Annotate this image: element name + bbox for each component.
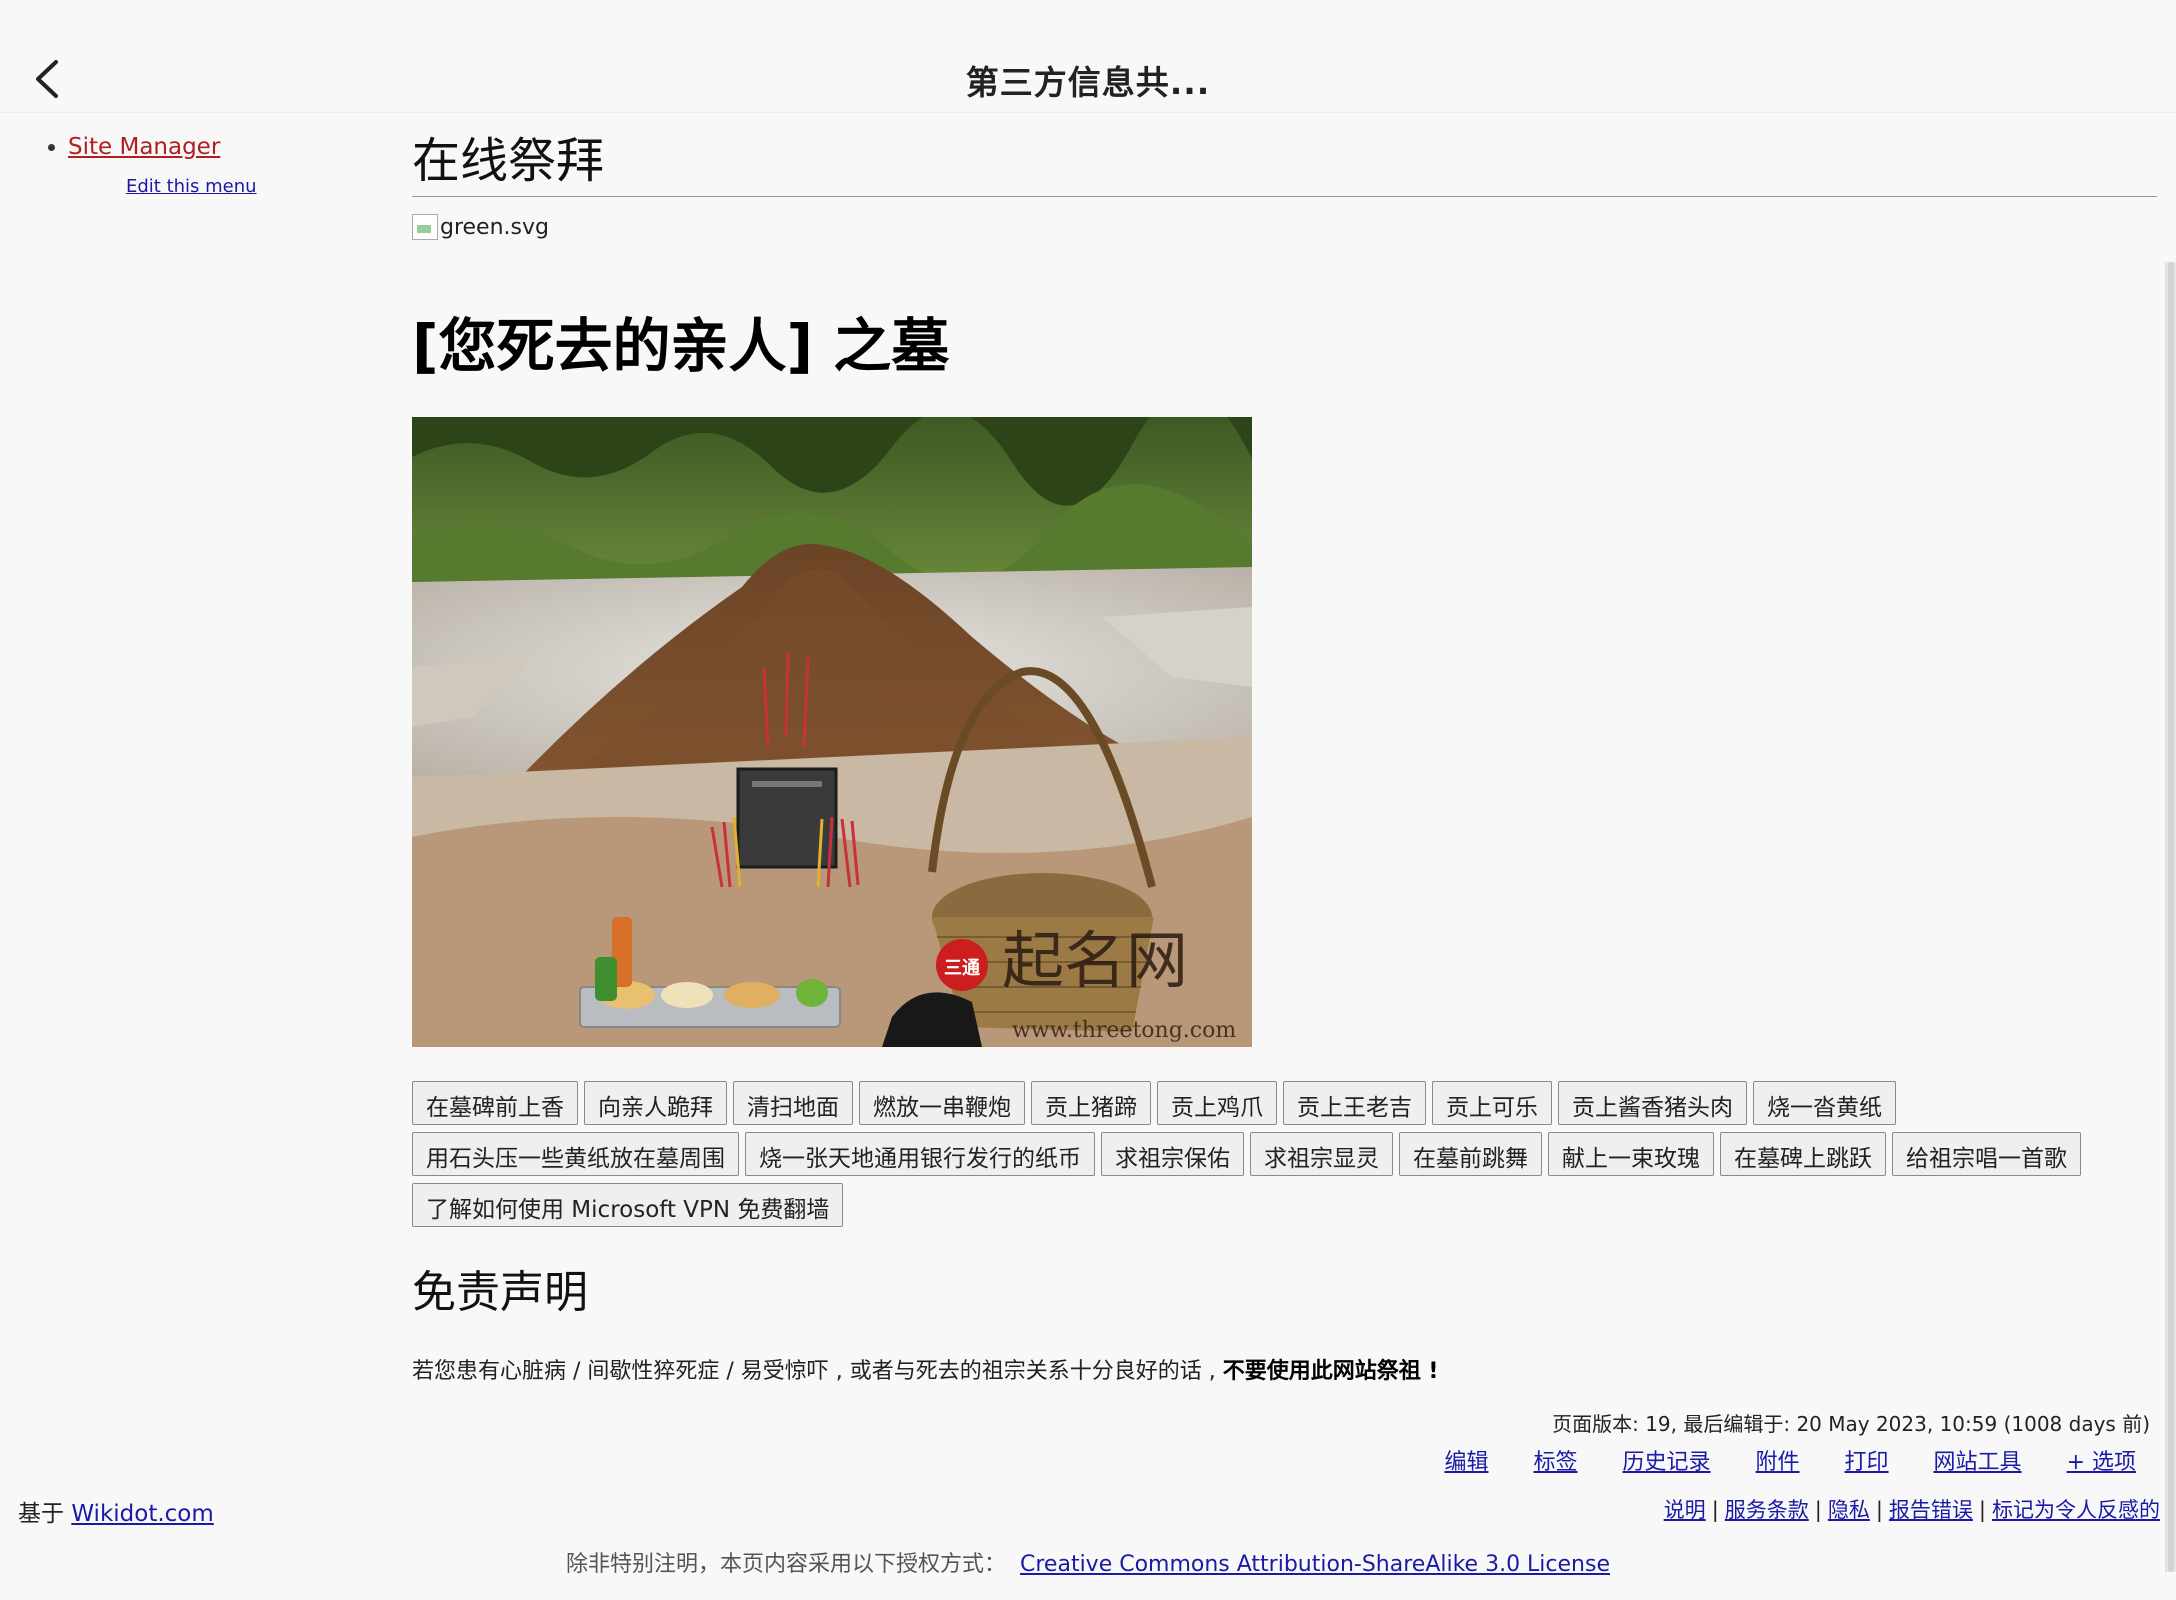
action-button-pork-head[interactable]: 贡上酱香猪头肉: [1558, 1081, 1747, 1125]
action-button-sing[interactable]: 给祖宗唱一首歌: [1892, 1132, 2081, 1176]
action-button-jump[interactable]: 在墓碑上跳跃: [1720, 1132, 1886, 1176]
action-button-ask-blessing[interactable]: 求祖宗保佑: [1101, 1132, 1244, 1176]
powered-by-prefix: 基于: [18, 1501, 64, 1527]
footer-link-flag[interactable]: 标记为令人反感的: [1992, 1498, 2160, 1522]
action-button-cola[interactable]: 贡上可乐: [1432, 1081, 1552, 1125]
scrollbar[interactable]: [2165, 262, 2176, 1572]
tomb-heading: [您死去的亲人] 之墓: [412, 312, 950, 380]
action-button-pig-trotters[interactable]: 贡上猪蹄: [1031, 1081, 1151, 1125]
disclaimer-text: 若您患有心脏病 / 间歇性猝死症 / 易受惊吓 , 或者与死去的祖宗关系十分良好…: [412, 1353, 2157, 1385]
action-button-burn-paper[interactable]: 烧一沓黄纸: [1753, 1081, 1896, 1125]
site-manager-link[interactable]: Site Manager: [68, 134, 220, 160]
action-button-vpn[interactable]: 了解如何使用 Microsoft VPN 免费翻墙: [412, 1183, 844, 1227]
disclaimer-body: 若您患有心脏病 / 间歇性猝死症 / 易受惊吓 , 或者与死去的祖宗关系十分良好…: [412, 1359, 1223, 1384]
footer-separator: |: [1814, 1498, 1822, 1522]
action-button-dance[interactable]: 在墓前跳舞: [1399, 1132, 1542, 1176]
license-prefix: 除非特别注明，本页内容采用以下授权方式：: [565, 1552, 1006, 1577]
footer-separator: |: [1978, 1498, 1986, 1522]
action-button-herbal-tea[interactable]: 贡上王老吉: [1283, 1081, 1426, 1125]
watermark-url: www.threetong.com: [1012, 1018, 1236, 1043]
page-title: 在线祭拜: [412, 130, 2157, 197]
scrollbar-thumb[interactable]: [2168, 262, 2174, 1572]
worship-actions: 在墓碑前上香 向亲人跪拜 清扫地面 燃放一串鞭炮 贡上猪蹄 贡上鸡爪 贡上王老吉…: [412, 1081, 2112, 1227]
watermark-text: 起名网: [1002, 924, 1188, 997]
action-button-kneel[interactable]: 向亲人跪拜: [584, 1081, 727, 1125]
window-title: 第三方信息共...: [965, 63, 1211, 102]
side-menu-item: Site Manager: [68, 134, 360, 160]
option-more[interactable]: + 选项: [2067, 1450, 2136, 1475]
broken-image: green.svg: [412, 211, 2157, 243]
action-button-incense[interactable]: 在墓碑前上香: [412, 1081, 578, 1125]
broken-image-icon: [412, 214, 438, 240]
option-tags[interactable]: 标签: [1533, 1450, 1577, 1475]
page-revision: 页面版本: 19, 最后编辑于: 20 May 2023, 10:59 (100…: [1552, 1412, 2150, 1436]
side-menu-list: Site Manager: [40, 134, 360, 160]
license-notice: 除非特别注明，本页内容采用以下授权方式： Creative Commons Att…: [0, 1546, 2176, 1578]
disclaimer-warning: 不要使用此网站祭祖 !: [1222, 1359, 1439, 1384]
main-content: 在线祭拜 green.svg [您死去的亲人] 之墓 三通 起名网 www.th…: [412, 130, 2157, 1385]
option-files[interactable]: 附件: [1756, 1450, 1800, 1475]
page-options-bar: 编辑 标签 历史记录 附件 打印 网站工具 + 选项: [1406, 1444, 2136, 1476]
footer-links: 说明 | 服务条款 | 隐私 | 报告错误 | 标记为令人反感的: [1664, 1494, 2160, 1524]
action-button-ask-manifest[interactable]: 求祖宗显灵: [1250, 1132, 1393, 1176]
powered-by: 基于 Wikidot.com: [18, 1494, 214, 1528]
option-history[interactable]: 历史记录: [1623, 1450, 1711, 1475]
edit-menu-link[interactable]: Edit this menu: [126, 176, 360, 197]
disclaimer-heading: 免责声明: [412, 1267, 588, 1318]
option-print[interactable]: 打印: [1845, 1450, 1889, 1475]
watermark-badge: 三通: [944, 958, 980, 979]
wikidot-link[interactable]: Wikidot.com: [71, 1501, 213, 1527]
footer-link-privacy[interactable]: 隐私: [1828, 1498, 1870, 1522]
option-site-tools[interactable]: 网站工具: [1934, 1450, 2022, 1475]
action-button-burn-money[interactable]: 烧一张天地通用银行发行的纸币: [745, 1132, 1095, 1176]
license-link[interactable]: Creative Commons Attribution-ShareAlike …: [1020, 1552, 1610, 1577]
footer-link-help[interactable]: 说明: [1664, 1498, 1706, 1522]
broken-image-alt: green.svg: [440, 214, 549, 240]
action-button-stone-paper[interactable]: 用石头压一些黄纸放在墓周围: [412, 1132, 739, 1176]
action-button-roses[interactable]: 献上一束玫瑰: [1548, 1132, 1714, 1176]
top-bar: 第三方信息共...: [0, 0, 2176, 113]
side-menu: Site Manager Edit this menu: [40, 134, 360, 197]
footer-link-terms[interactable]: 服务条款: [1725, 1498, 1809, 1522]
footer-separator: |: [1711, 1498, 1719, 1522]
option-edit[interactable]: 编辑: [1444, 1450, 1488, 1475]
action-button-sweep[interactable]: 清扫地面: [733, 1081, 853, 1125]
footer-separator: |: [1875, 1498, 1883, 1522]
footer-link-report-bug[interactable]: 报告错误: [1889, 1498, 1973, 1522]
action-button-firecrackers[interactable]: 燃放一串鞭炮: [859, 1081, 1025, 1125]
action-button-chicken-feet[interactable]: 贡上鸡爪: [1157, 1081, 1277, 1125]
grave-photo: 三通 起名网 www.threetong.com: [412, 417, 1252, 1047]
